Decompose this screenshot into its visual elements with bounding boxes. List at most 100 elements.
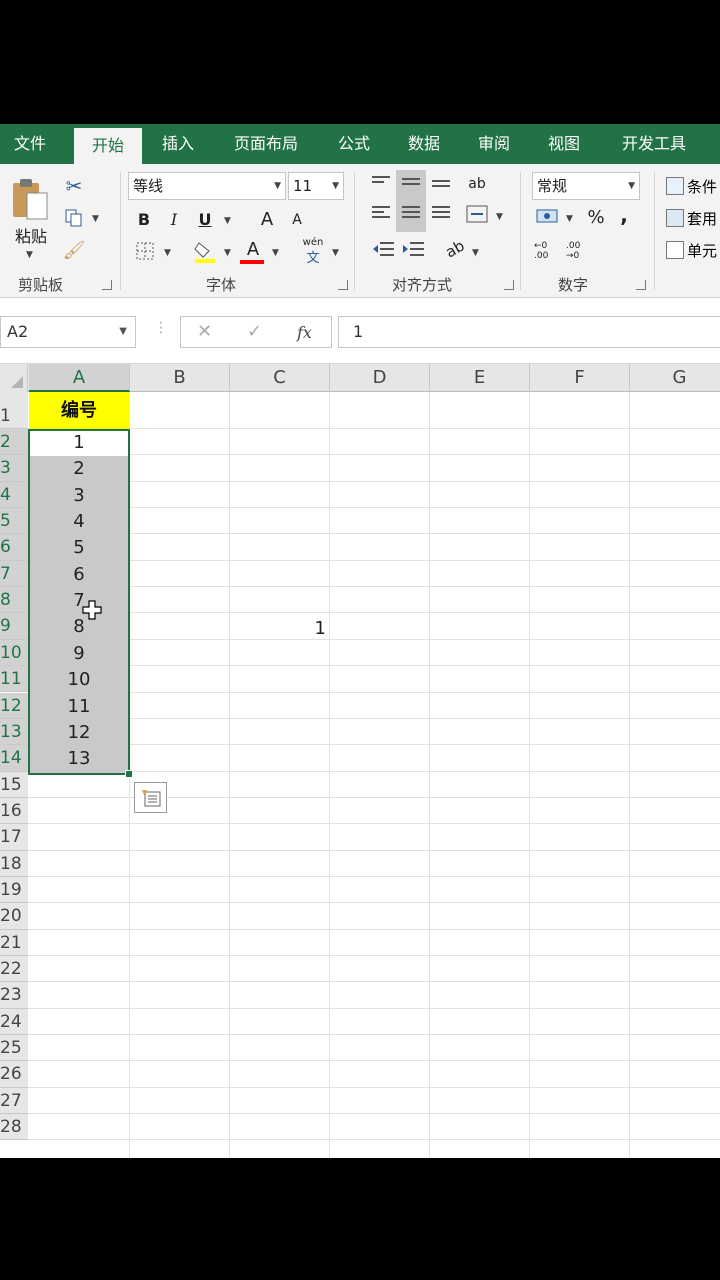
cell-a[interactable]: 2 bbox=[30, 456, 128, 482]
tab-insert[interactable]: 插入 bbox=[150, 124, 206, 164]
row-header[interactable]: 17 bbox=[0, 824, 28, 851]
merge-dropdown-icon[interactable]: ▼ bbox=[496, 212, 503, 222]
conditional-formatting-button[interactable]: 条件 bbox=[666, 174, 720, 198]
font-color-button[interactable]: A bbox=[240, 238, 266, 260]
format-painter-icon[interactable]: 🖌 bbox=[62, 238, 86, 262]
drag-handle-icon[interactable]: ⋮ bbox=[154, 320, 168, 336]
enter-icon[interactable]: ✓ bbox=[247, 321, 262, 342]
number-format-combo[interactable]: 常规 ▼ bbox=[532, 172, 640, 200]
currency-dropdown-icon[interactable]: ▼ bbox=[566, 214, 573, 224]
align-top-icon[interactable] bbox=[372, 176, 390, 186]
paste-dropdown-icon[interactable]: ▼ bbox=[26, 250, 33, 260]
row-header[interactable]: 25 bbox=[0, 1035, 28, 1062]
clipboard-launcher-icon[interactable] bbox=[102, 280, 112, 290]
cut-icon[interactable]: ✂ bbox=[62, 174, 86, 198]
column-header-e[interactable]: E bbox=[430, 364, 530, 392]
tab-view[interactable]: 视图 bbox=[536, 124, 592, 164]
borders-dropdown-icon[interactable]: ▼ bbox=[164, 248, 171, 258]
cell-a[interactable]: 4 bbox=[30, 509, 128, 535]
italic-button[interactable]: I bbox=[164, 208, 184, 230]
cell-a[interactable]: 5 bbox=[30, 535, 128, 561]
cell-a[interactable]: 10 bbox=[30, 667, 128, 693]
row-header[interactable]: 18 bbox=[0, 850, 28, 877]
align-center-icon[interactable] bbox=[402, 206, 420, 221]
row-header[interactable]: 27 bbox=[0, 1087, 28, 1115]
cell-a1[interactable]: 编号 bbox=[29, 392, 129, 429]
cell-a[interactable]: 7 bbox=[30, 588, 128, 614]
font-name-combo[interactable]: 等线 ▼ bbox=[128, 172, 286, 200]
align-middle-icon[interactable] bbox=[402, 178, 420, 188]
column-header-g[interactable]: G bbox=[630, 364, 720, 392]
column-header-b[interactable]: B bbox=[130, 364, 230, 392]
paste-button-label[interactable]: 粘贴 bbox=[8, 224, 54, 246]
row-header[interactable]: 19 bbox=[0, 876, 28, 904]
font-launcher-icon[interactable] bbox=[338, 280, 348, 290]
name-box[interactable]: A2 ▼ bbox=[0, 316, 136, 348]
row-header[interactable]: 21 bbox=[0, 929, 28, 956]
row-header[interactable]: 3 bbox=[0, 455, 28, 482]
row-header[interactable]: 26 bbox=[0, 1061, 28, 1088]
shrink-font-button[interactable]: A bbox=[288, 210, 306, 230]
grow-font-button[interactable]: A bbox=[256, 208, 278, 230]
increase-indent-icon[interactable] bbox=[400, 238, 426, 260]
fill-handle[interactable] bbox=[125, 770, 133, 778]
row-header[interactable]: 28 bbox=[0, 1114, 28, 1141]
row-header[interactable]: 5 bbox=[0, 508, 28, 535]
row-header[interactable]: 20 bbox=[0, 903, 28, 930]
align-bottom-icon[interactable] bbox=[432, 180, 450, 190]
underline-button[interactable]: U bbox=[194, 208, 216, 230]
tab-page-layout[interactable]: 页面布局 bbox=[222, 124, 310, 164]
tab-file[interactable]: 文件 bbox=[0, 124, 60, 164]
orientation-dropdown-icon[interactable]: ▼ bbox=[472, 248, 479, 258]
row-header[interactable]: 16 bbox=[0, 797, 28, 825]
format-as-table-button[interactable]: 套用 bbox=[666, 206, 720, 230]
row-header[interactable]: 22 bbox=[0, 956, 28, 983]
comma-button[interactable]: , bbox=[616, 203, 632, 227]
cell-a[interactable]: 9 bbox=[30, 641, 128, 667]
fill-color-dropdown-icon[interactable]: ▼ bbox=[224, 248, 231, 258]
column-header-a[interactable]: A bbox=[29, 364, 130, 392]
row-header[interactable]: 23 bbox=[0, 982, 28, 1009]
cell-a[interactable]: 11 bbox=[30, 694, 128, 720]
column-header-d[interactable]: D bbox=[330, 364, 430, 392]
cell-a[interactable]: 13 bbox=[30, 746, 128, 772]
increase-decimal-button[interactable]: ←0 .00 bbox=[534, 240, 562, 262]
insert-function-icon[interactable]: fx bbox=[297, 323, 312, 342]
row-header[interactable]: 7 bbox=[0, 560, 28, 588]
orientation-icon[interactable]: ab bbox=[438, 233, 472, 265]
row-header[interactable]: 9 bbox=[0, 613, 28, 640]
cell-a[interactable]: 12 bbox=[30, 720, 128, 746]
row-header[interactable]: 10 bbox=[0, 639, 28, 667]
auto-fill-options-button[interactable] bbox=[134, 782, 167, 813]
phonetic-dropdown-icon[interactable]: ▼ bbox=[332, 248, 339, 258]
tab-data[interactable]: 数据 bbox=[396, 124, 452, 164]
row-header[interactable]: 12 bbox=[0, 692, 28, 719]
number-launcher-icon[interactable] bbox=[636, 280, 646, 290]
tab-review[interactable]: 审阅 bbox=[466, 124, 522, 164]
decrease-indent-icon[interactable] bbox=[370, 238, 396, 260]
cell-c4[interactable]: 1 bbox=[230, 616, 326, 642]
bold-button[interactable]: B bbox=[134, 208, 154, 230]
borders-icon[interactable] bbox=[134, 240, 156, 262]
cell-styles-button[interactable]: 单元 bbox=[666, 238, 720, 262]
copy-dropdown-icon[interactable]: ▼ bbox=[92, 214, 99, 224]
cancel-icon[interactable]: ✕ bbox=[197, 321, 212, 342]
row-header[interactable]: 6 bbox=[0, 534, 28, 561]
tab-formulas[interactable]: 公式 bbox=[326, 124, 382, 164]
decrease-decimal-button[interactable]: .00 →0 bbox=[566, 240, 594, 262]
row-header[interactable]: 24 bbox=[0, 1008, 28, 1036]
row-header[interactable]: 2 bbox=[0, 429, 28, 456]
row-header[interactable]: 8 bbox=[0, 587, 28, 614]
phonetic-bottom[interactable]: 文 bbox=[300, 248, 326, 266]
cell-a[interactable]: 8 bbox=[30, 614, 128, 640]
row-header[interactable]: 14 bbox=[0, 745, 28, 772]
align-right-icon[interactable] bbox=[432, 206, 450, 221]
cell-a[interactable]: 6 bbox=[30, 562, 128, 588]
font-size-combo[interactable]: 11 ▼ bbox=[288, 172, 344, 200]
merge-center-icon[interactable] bbox=[464, 202, 490, 226]
tab-home[interactable]: 开始 bbox=[74, 128, 142, 164]
underline-dropdown-icon[interactable]: ▼ bbox=[224, 216, 231, 226]
align-left-icon[interactable] bbox=[372, 206, 390, 221]
formula-input[interactable]: 1 bbox=[338, 316, 720, 348]
row-header[interactable]: 1 bbox=[0, 392, 28, 429]
